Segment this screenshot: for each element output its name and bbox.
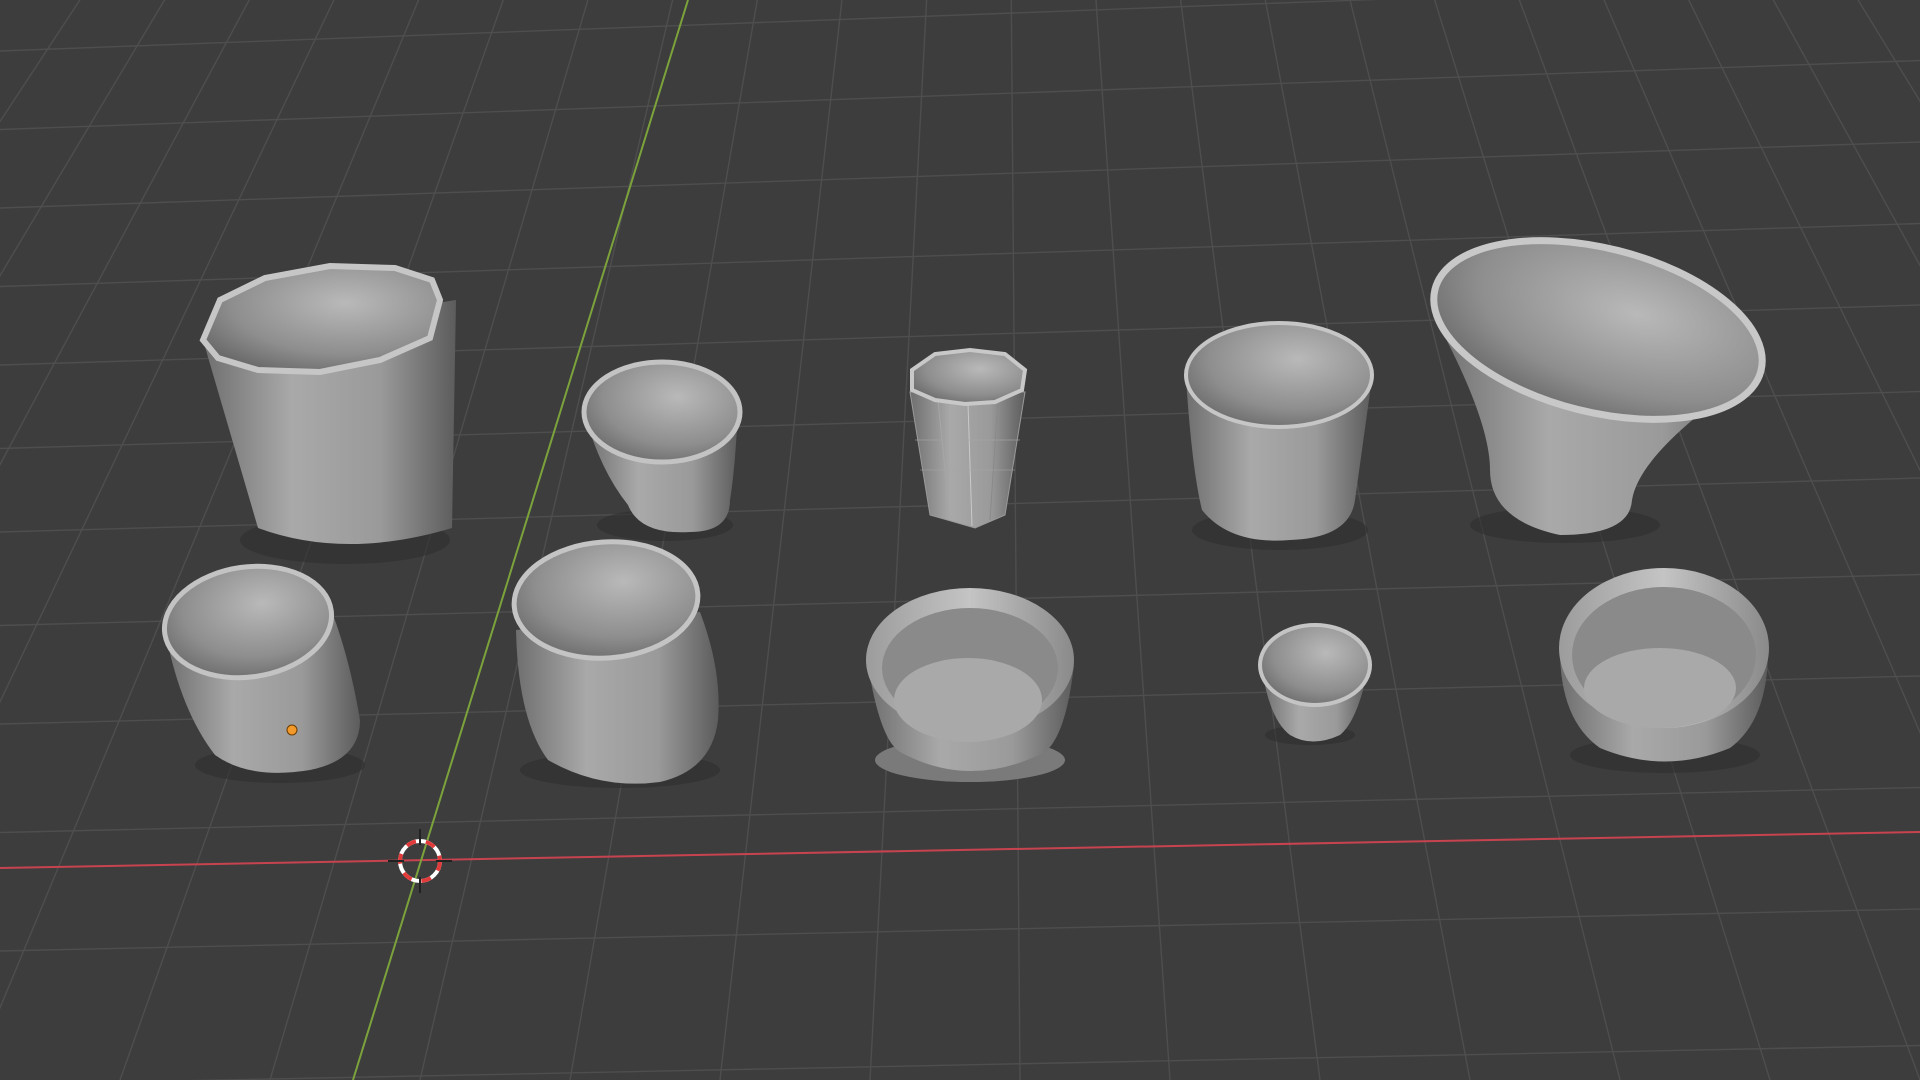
mesh-shallow-rimmed-dish[interactable] — [866, 588, 1074, 782]
grid-line — [0, 0, 1000, 1080]
grid-line — [0, 0, 420, 1010]
grid-line — [0, 141, 1920, 209]
grid-line — [1000, 0, 1920, 1080]
grid-line — [1000, 0, 1920, 1080]
grid-line — [719, 0, 843, 1080]
grid-line — [869, 0, 928, 1080]
grid-line — [0, 0, 1000, 1080]
grid-line — [1000, 0, 1920, 1080]
grid-line — [1000, 0, 1920, 1080]
grid-line — [0, 0, 166, 278]
grid-line — [0, 908, 1920, 952]
grid-line — [1772, 0, 1920, 267]
grid-line — [0, 0, 1000, 1080]
grid-line — [0, 0, 1000, 1080]
grid-line — [0, 0, 1000, 1080]
mesh-tiny-cup[interactable] — [1258, 623, 1372, 745]
grid-line — [0, 0, 1000, 1080]
grid-line — [1857, 0, 1920, 103]
grid-line — [0, 0, 1000, 1080]
grid-line — [1433, 0, 1771, 1080]
grid-line — [0, 0, 1000, 1080]
x-axis-line — [0, 831, 1920, 869]
grid-line — [1000, 0, 1920, 1080]
grid-line — [0, 0, 1379, 52]
grid-line — [1095, 0, 1171, 1080]
grid-line — [187, 1044, 1920, 1080]
grid-line — [1518, 0, 1920, 1080]
grid-line — [0, 0, 1000, 1080]
3d-viewport[interactable] — [0, 0, 1920, 1080]
mesh-octagonal-tumbler[interactable] — [909, 347, 1028, 529]
mesh-large-straight-cup[interactable] — [510, 536, 720, 788]
object-origin-dot — [286, 724, 298, 736]
grid-line — [0, 0, 1000, 1080]
mesh-small-tapered-cup[interactable] — [581, 359, 743, 541]
grid-line — [1603, 0, 1920, 735]
mesh-tall-faceted-cup[interactable] — [199, 262, 456, 564]
grid-line — [1000, 0, 1920, 1080]
grid-line — [0, 0, 250, 467]
grid-line — [0, 0, 81, 123]
viewport-canvas[interactable] — [0, 0, 1920, 1080]
grid-line — [0, 0, 335, 704]
mesh-selected-small-cup[interactable] — [157, 556, 365, 783]
grid-line — [1010, 0, 1021, 1080]
grid-line — [0, 0, 1000, 1080]
grid-line — [419, 0, 674, 1080]
grid-line — [1000, 0, 1920, 1080]
mesh-wide-flared-bowl[interactable] — [1415, 210, 1781, 543]
mesh-straight-cup[interactable] — [1184, 321, 1374, 550]
mesh-low-bowl[interactable] — [1559, 568, 1769, 773]
grid-line — [1000, 0, 1920, 1080]
grid-line — [0, 0, 1000, 1080]
grid-line — [1000, 0, 1920, 1080]
grid-line — [0, 786, 1920, 834]
grid-line — [0, 0, 1000, 1080]
grid-line — [1000, 0, 1920, 1080]
grid-line — [1687, 0, 1920, 472]
